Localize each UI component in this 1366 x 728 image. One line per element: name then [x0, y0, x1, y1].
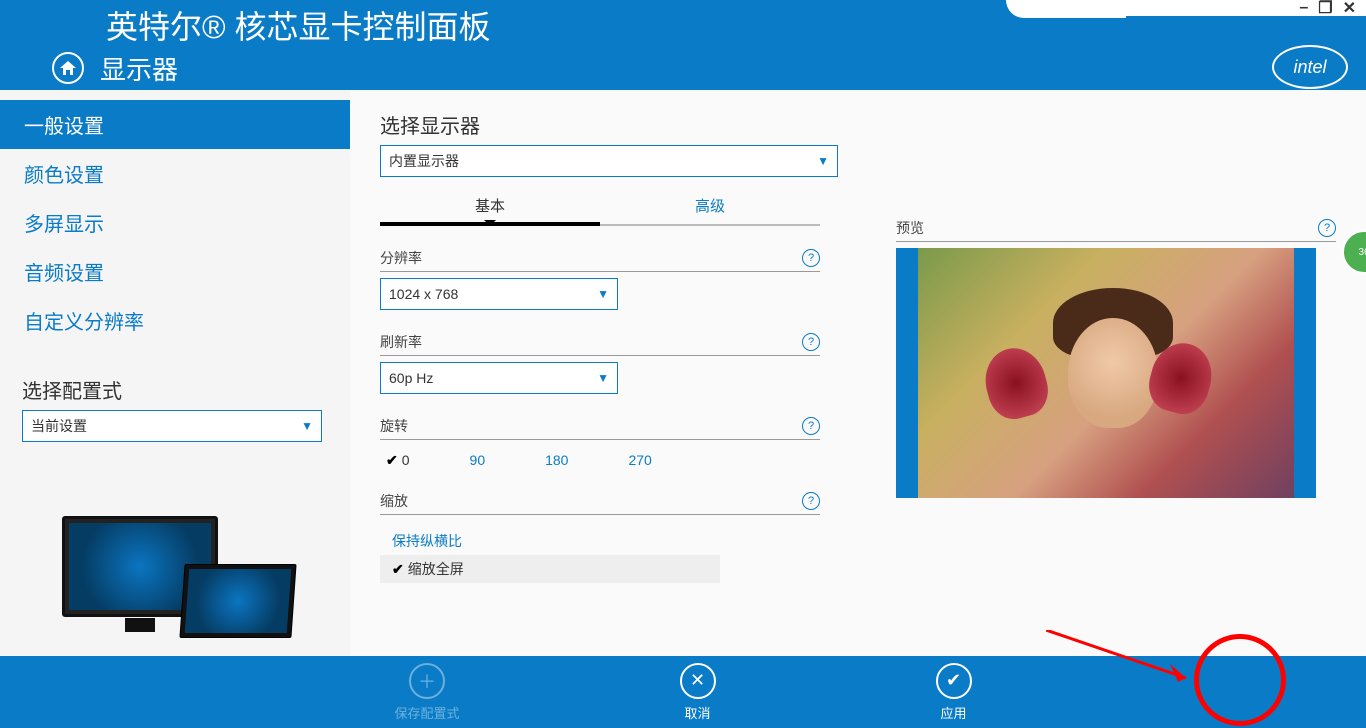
close-icon: ✕ — [680, 663, 716, 699]
chevron-down-icon: ▼ — [817, 154, 829, 168]
settings-tabs: 基本 高级 — [380, 195, 820, 226]
chevron-down-icon: ▼ — [301, 419, 313, 433]
scaling-label: 缩放 — [380, 491, 408, 511]
window-controls: – ❐ ✕ — [1299, 0, 1356, 18]
scaling-fullscreen[interactable]: 缩放全屏 — [380, 555, 720, 583]
preview-image — [918, 248, 1294, 498]
main-panel: 选择显示器 内置显示器 ▼ 基本 高级 分辨率 ? 1024 x 768 ▼ — [350, 90, 1366, 656]
help-icon[interactable]: ? — [802, 249, 820, 267]
rotation-270[interactable]: 270 — [628, 452, 651, 469]
minimize-button[interactable]: – — [1299, 0, 1308, 17]
sidebar-item-customres[interactable]: 自定义分辨率 — [0, 296, 350, 345]
scaling-keep-aspect[interactable]: 保持纵横比 — [380, 527, 720, 555]
rotation-0[interactable]: 0 — [386, 452, 410, 469]
home-icon[interactable] — [52, 52, 84, 84]
section-title: 显示器 — [100, 50, 178, 87]
preview-box — [896, 248, 1316, 498]
preview-label: 预览 — [896, 218, 924, 238]
badge-360[interactable]: 36 — [1342, 230, 1366, 274]
tab-basic[interactable]: 基本 — [380, 195, 600, 226]
app-title: 英特尔® 核芯显卡控制面板 — [106, 2, 490, 48]
field-rotation: 旋转 ? 0 90 180 270 — [380, 416, 820, 469]
chevron-down-icon: ▼ — [597, 287, 609, 301]
chevron-down-icon: ▼ — [597, 371, 609, 385]
refresh-label: 刷新率 — [380, 332, 422, 352]
rotation-180[interactable]: 180 — [545, 452, 568, 469]
profile-label: 选择配置式 — [22, 375, 322, 404]
resolution-value: 1024 x 768 — [389, 286, 458, 302]
save-profile-button: ＋ 保存配置式 — [394, 663, 459, 722]
profile-value: 当前设置 — [31, 416, 87, 436]
help-icon[interactable]: ? — [1318, 219, 1336, 237]
sidebar: 一般设置 颜色设置 多屏显示 音频设置 自定义分辨率 选择配置式 当前设置 ▼ — [0, 90, 350, 656]
check-icon: ✔ — [936, 663, 972, 699]
help-icon[interactable]: ? — [802, 492, 820, 510]
rotation-label: 旋转 — [380, 416, 408, 436]
profile-select[interactable]: 当前设置 ▼ — [22, 410, 322, 442]
plus-icon: ＋ — [409, 663, 445, 699]
refresh-select[interactable]: 60p Hz ▼ — [380, 362, 618, 394]
intel-logo: intel — [1272, 45, 1348, 89]
tab-advanced[interactable]: 高级 — [600, 195, 820, 226]
apply-button[interactable]: ✔ 应用 — [936, 663, 972, 722]
rotation-90[interactable]: 90 — [470, 452, 486, 469]
sidebar-item-multidisplay[interactable]: 多屏显示 — [0, 198, 350, 247]
close-button[interactable]: ✕ — [1343, 0, 1356, 18]
resolution-label: 分辨率 — [380, 248, 422, 268]
resolution-select[interactable]: 1024 x 768 ▼ — [380, 278, 618, 310]
monitor-illustration — [62, 516, 282, 646]
maximize-button[interactable]: ❐ — [1318, 0, 1332, 18]
footer: ＋ 保存配置式 ✕ 取消 ✔ 应用 — [0, 656, 1366, 728]
field-resolution: 分辨率 ? 1024 x 768 ▼ — [380, 248, 820, 310]
display-value: 内置显示器 — [389, 151, 459, 171]
display-select[interactable]: 内置显示器 ▼ — [380, 145, 838, 177]
refresh-value: 60p Hz — [389, 370, 433, 386]
select-display-label: 选择显示器 — [380, 110, 1336, 139]
cancel-button[interactable]: ✕ 取消 — [680, 663, 716, 722]
field-refresh: 刷新率 ? 60p Hz ▼ — [380, 332, 820, 394]
sidebar-item-general[interactable]: 一般设置 — [0, 100, 350, 149]
header: – ❐ ✕ 英特尔® 核芯显卡控制面板 显示器 intel — [0, 0, 1366, 90]
sidebar-item-audio[interactable]: 音频设置 — [0, 247, 350, 296]
preview-panel: 预览 ? — [896, 218, 1336, 498]
field-scaling: 缩放 ? 保持纵横比 缩放全屏 — [380, 491, 720, 583]
sidebar-item-color[interactable]: 颜色设置 — [0, 149, 350, 198]
help-icon[interactable]: ? — [802, 333, 820, 351]
help-icon[interactable]: ? — [802, 417, 820, 435]
